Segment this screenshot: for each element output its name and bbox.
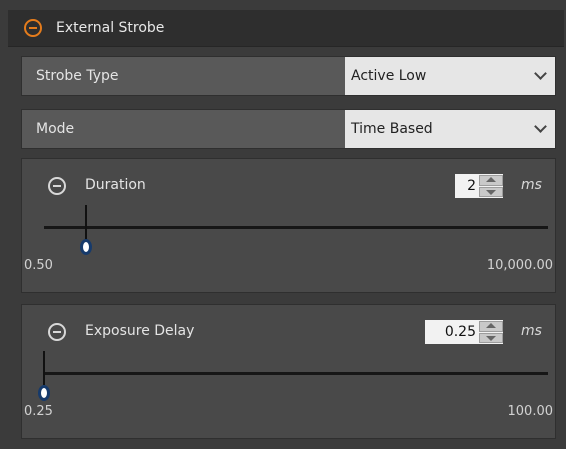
spin-arrows [479,320,503,344]
collapse-icon[interactable] [24,19,42,37]
decrement-icon[interactable] [479,332,503,343]
exposure-delay-value[interactable]: 0.25 [425,324,479,340]
strobe-type-label: Strobe Type [36,68,119,84]
mode-value: Time Based [351,121,433,137]
strobe-type-row: Strobe Type Active Low [21,56,556,96]
exposure-delay-title: Exposure Delay [85,323,195,339]
exposure-delay-unit: ms [521,323,542,339]
duration-min-label: 0.50 [24,258,53,273]
exposure-delay-max-label: 100.00 [507,404,554,419]
exposure-delay-slider-track[interactable] [44,372,548,375]
exposure-delay-spinbox[interactable]: 0.25 [425,320,503,344]
exposure-delay-section: Exposure Delay 0.25 ms 0.25 100.00 [21,304,556,439]
exposure-delay-slider-handle-stem[interactable] [43,351,45,385]
exposure-delay-min-label: 0.25 [24,404,53,419]
duration-section: Duration 2 ms 0.50 10,000.00 [21,158,556,293]
mode-label: Mode [36,121,75,137]
chevron-down-icon[interactable] [534,67,547,80]
duration-title: Duration [85,177,146,193]
external-strobe-header[interactable]: External Strobe [8,10,564,47]
mode-row: Mode Time Based [21,109,556,149]
duration-unit: ms [521,177,542,193]
duration-max-label: 10,000.00 [486,258,553,273]
decrement-icon[interactable] [479,186,503,197]
duration-slider-track[interactable] [44,226,548,229]
duration-value[interactable]: 2 [455,178,479,194]
strobe-type-select[interactable]: Active Low [345,57,555,95]
increment-icon[interactable] [479,175,503,186]
collapse-icon[interactable] [48,177,66,195]
mode-select[interactable]: Time Based [345,110,555,148]
spin-arrows [479,174,503,198]
duration-slider-handle[interactable] [80,239,93,255]
duration-spinbox[interactable]: 2 [455,174,503,198]
duration-slider-handle-stem[interactable] [85,205,88,239]
increment-icon[interactable] [479,321,503,332]
exposure-delay-slider-handle[interactable] [38,385,50,401]
external-strobe-panel: External Strobe Strobe Type Active Low M… [0,0,566,449]
chevron-down-icon[interactable] [534,120,547,133]
strobe-type-value: Active Low [351,68,427,84]
collapse-icon[interactable] [48,323,66,341]
panel-title: External Strobe [56,20,165,36]
